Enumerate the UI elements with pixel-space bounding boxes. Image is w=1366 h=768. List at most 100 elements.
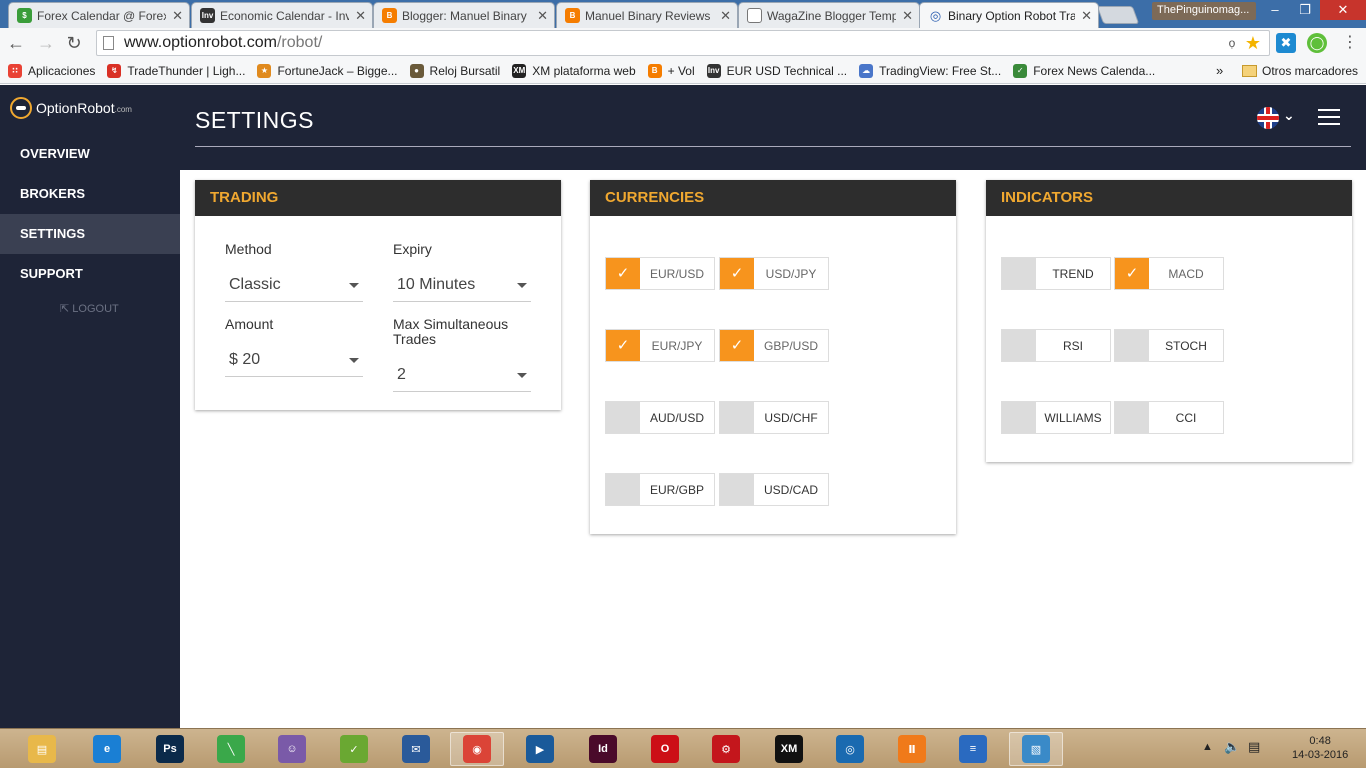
taskbar-photos[interactable]: ▧ — [1009, 732, 1063, 766]
other-bookmarks[interactable]: Otros marcadores — [1242, 64, 1358, 78]
toggle-rsi[interactable]: RSI — [1001, 329, 1111, 362]
vector-app-icon: ╲ — [217, 735, 245, 763]
toggle-usd-jpy[interactable]: ✓ USD/JPY — [719, 257, 829, 290]
toggle-gbp-usd[interactable]: ✓ GBP/USD — [719, 329, 829, 362]
bookmark-favicon-icon: ✓ — [1013, 63, 1028, 78]
taskbar-chrome[interactable]: ◉ — [450, 732, 504, 766]
toggle-trend[interactable]: TREND — [1001, 257, 1111, 290]
chrome-menu-icon[interactable]: ⋮ — [1340, 33, 1360, 53]
taskbar-vector-app[interactable]: ╲ — [204, 732, 258, 766]
close-tab-icon[interactable]: ✕ — [172, 8, 183, 24]
taskbar-opera[interactable]: O — [638, 732, 692, 766]
more-bookmarks-icon[interactable]: » — [1216, 63, 1223, 78]
checkmark-icon: ✓ — [1115, 258, 1149, 289]
system-clock[interactable]: 0:48 14-03-2016 — [1292, 734, 1348, 762]
url-bar[interactable]: www.optionrobot.com/robot/ — [96, 30, 1270, 56]
bookmark-label: + Vol — [667, 63, 695, 78]
tab-favicon-icon: B — [565, 8, 580, 23]
logout-link[interactable]: ⇱ LOGOUT — [60, 302, 119, 315]
checkbox-empty-icon — [720, 474, 754, 505]
close-tab-icon[interactable]: ✕ — [537, 8, 548, 24]
amount-select[interactable]: $ 20 — [225, 343, 363, 377]
toggle-eur-jpy[interactable]: ✓ EUR/JPY — [605, 329, 715, 362]
tab-favicon-icon: B — [382, 8, 397, 23]
bookmark-favicon-icon: B — [647, 63, 662, 78]
browser-tab[interactable]: Inv Economic Calendar - Inv ✕ — [191, 2, 373, 28]
bookmark-item[interactable]: Inv EUR USD Technical ... — [706, 63, 847, 78]
bookmark-item[interactable]: ☁ TradingView: Free St... — [859, 63, 1001, 78]
close-tab-icon[interactable]: ✕ — [355, 8, 366, 24]
max-trades-label: Max Simultaneous Trades — [393, 316, 509, 347]
bookmark-item[interactable]: XM XM plataforma web — [512, 63, 636, 78]
bookmark-label: Aplicaciones — [28, 63, 96, 78]
restore-icon[interactable]: ❐ — [1290, 0, 1320, 20]
nav-settings[interactable]: SETTINGS — [0, 214, 180, 254]
toggle-williams[interactable]: WILLIAMS — [1001, 401, 1111, 434]
browser-tab[interactable]: ◎ Binary Option Robot Tra ✕ — [919, 2, 1099, 28]
nav-overview[interactable]: OVERVIEW — [0, 134, 180, 174]
network-icon[interactable]: ▤ — [1248, 739, 1260, 755]
chevron-down-icon[interactable]: ⌄ — [1283, 107, 1295, 124]
bookmark-item[interactable]: ↯ TradeThunder | Ligh... — [107, 63, 245, 78]
tab-favicon-icon: $ — [17, 8, 32, 23]
tray-expand-icon[interactable]: ▲ — [1202, 741, 1213, 753]
toggle-cci[interactable]: CCI — [1114, 401, 1224, 434]
max-trades-select[interactable]: 2 — [393, 358, 531, 392]
taskbar-xm[interactable]: XM — [762, 732, 816, 766]
taskbar-charts-app[interactable]: Ⅱ — [885, 732, 939, 766]
browser-tab[interactable]: WagaZine Blogger Temp ✕ — [738, 2, 920, 28]
profile-button[interactable]: ThePinguinomag... — [1152, 2, 1256, 20]
browser-tab[interactable]: B Manuel Binary Reviews ✕ — [556, 2, 738, 28]
optionrobot-logo[interactable]: OptionRobot .com — [10, 97, 132, 119]
taskbar-settings-app[interactable]: ⚙ — [699, 732, 753, 766]
url-host: www.optionrobot.com — [124, 34, 277, 51]
forward-icon[interactable]: → — [36, 33, 56, 53]
bookmark-item[interactable]: ● Reloj Bursatil — [409, 63, 500, 78]
method-select[interactable]: Classic — [225, 268, 363, 302]
toggle-usd-chf[interactable]: USD/CHF — [719, 401, 829, 434]
trading-card: TRADING Method Classic Expiry 10 Minutes… — [195, 180, 561, 410]
taskbar-wordpad[interactable]: ≡ — [946, 732, 1000, 766]
taskbar-photoshop[interactable]: Ps — [143, 732, 197, 766]
minimize-icon[interactable]: – — [1260, 0, 1290, 20]
taskbar-file-explorer[interactable]: ▤ — [15, 732, 69, 766]
bookmark-item[interactable]: ✓ Forex News Calenda... — [1013, 63, 1155, 78]
taskbar-indesign[interactable]: Id — [576, 732, 630, 766]
toggle-usd-cad[interactable]: USD/CAD — [719, 473, 829, 506]
taskbar-internet-explorer[interactable]: e — [80, 732, 134, 766]
bookmark-item[interactable]: ∷ Aplicaciones — [8, 63, 96, 78]
toggle-eur-gbp[interactable]: EUR/GBP — [605, 473, 715, 506]
translate-icon[interactable]: ọ — [1222, 33, 1242, 53]
extension-icon[interactable]: ✖ — [1276, 33, 1296, 53]
browser-tab[interactable]: $ Forex Calendar @ Forex ✕ — [8, 2, 190, 28]
toggle-macd[interactable]: ✓ MACD — [1114, 257, 1224, 290]
toggle-eur-usd[interactable]: ✓ EUR/USD — [605, 257, 715, 290]
bookmark-item[interactable]: B + Vol — [647, 63, 695, 78]
back-icon[interactable]: ← — [6, 33, 26, 53]
checkmark-icon: ✓ — [720, 258, 754, 289]
photos-icon: ▧ — [1022, 735, 1050, 763]
toggle-stoch[interactable]: STOCH — [1114, 329, 1224, 362]
bookmark-item[interactable]: ★ FortuneJack – Bigge... — [257, 63, 398, 78]
browser-tab[interactable]: B Blogger: Manuel Binary ✕ — [373, 2, 555, 28]
taskbar-speedtest[interactable]: ◎ — [823, 732, 877, 766]
nav-brokers[interactable]: BROKERS — [0, 174, 180, 214]
new-tab-button[interactable] — [1096, 6, 1140, 24]
taskbar-spreadsheet[interactable]: ✓ — [327, 732, 381, 766]
close-tab-icon[interactable]: ✕ — [1081, 8, 1092, 24]
reload-icon[interactable]: ↻ — [64, 33, 84, 53]
volume-icon[interactable]: 🔈 — [1224, 739, 1240, 755]
close-window-icon[interactable]: ✕ — [1320, 0, 1366, 20]
nav-support[interactable]: SUPPORT — [0, 254, 180, 294]
taskbar-media-player[interactable]: ▶ — [513, 732, 567, 766]
bookmark-star-icon[interactable]: ★ — [1243, 33, 1263, 53]
toggle-aud-usd[interactable]: AUD/USD — [605, 401, 715, 434]
close-tab-icon[interactable]: ✕ — [720, 8, 731, 24]
uk-flag-icon[interactable] — [1257, 107, 1279, 129]
taskbar-pidgin[interactable]: ☺ — [265, 732, 319, 766]
extension-green-icon[interactable]: ◯ — [1307, 33, 1327, 53]
expiry-select[interactable]: 10 Minutes — [393, 268, 531, 302]
taskbar-thunderbird[interactable]: ✉ — [389, 732, 443, 766]
close-tab-icon[interactable]: ✕ — [902, 8, 913, 24]
menu-icon[interactable] — [1318, 109, 1340, 125]
